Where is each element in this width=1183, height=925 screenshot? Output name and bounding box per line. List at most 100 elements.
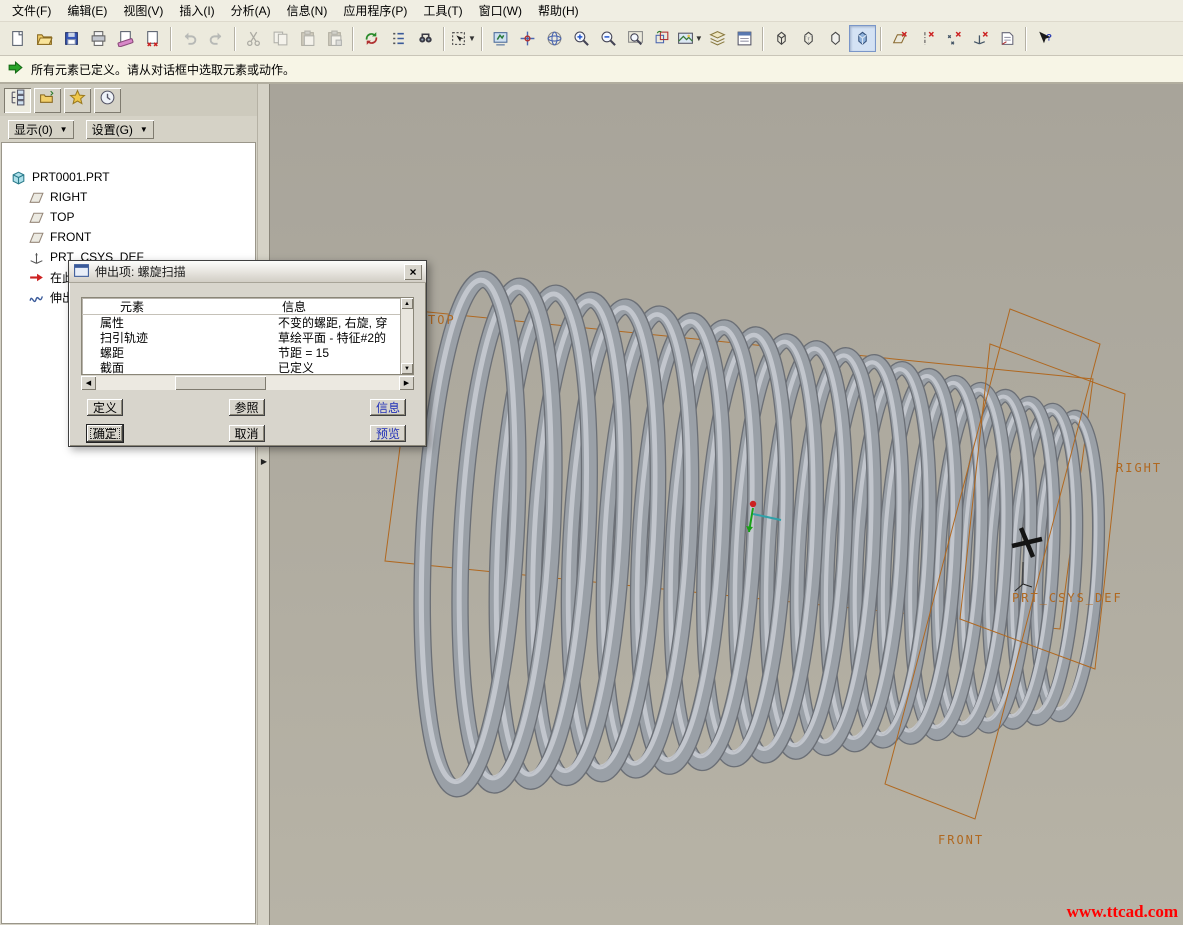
cut-button[interactable]: [240, 25, 267, 52]
element-row[interactable]: 扫引轨迹草绘平面 - 特征#2的: [82, 330, 413, 345]
undo-button[interactable]: [176, 25, 203, 52]
table-vertical-scrollbar[interactable]: ▲ ▼: [400, 298, 413, 374]
navigator-panel: 显示(0) ▼ 设置(G) ▼ PRT0001.PRT RIGHTTOP FRONT…: [0, 84, 257, 925]
info-button[interactable]: 信息: [370, 399, 406, 416]
model-tree-tab[interactable]: [4, 88, 31, 113]
zoom-out-button[interactable]: [595, 25, 622, 52]
new-file-button[interactable]: [4, 25, 31, 52]
panel-splitter[interactable]: ◀ ▶: [257, 84, 270, 925]
datum-plane-display-button[interactable]: [886, 25, 913, 52]
menu-item-3[interactable]: 视图(V): [115, 0, 171, 22]
paste-special-icon: [326, 30, 343, 47]
spin-center-button[interactable]: [514, 25, 541, 52]
print-button[interactable]: [85, 25, 112, 52]
hidden-line-display-button[interactable]: [795, 25, 822, 52]
favorites-tab[interactable]: [64, 88, 91, 113]
csys-display-button[interactable]: [967, 25, 994, 52]
erase-not-displayed-button[interactable]: [112, 25, 139, 52]
top-plane-label[interactable]: TOP: [428, 313, 456, 327]
history-icon: [99, 89, 116, 111]
hscroll-thumb[interactable]: [175, 376, 266, 390]
datum-point-display-button[interactable]: [940, 25, 967, 52]
scroll-up-icon[interactable]: ▲: [401, 298, 413, 309]
table-horizontal-scrollbar[interactable]: ◀ ▶: [81, 376, 414, 390]
tree-item-label: PRT0001.PRT: [32, 170, 110, 184]
redo-button[interactable]: [203, 25, 230, 52]
menu-item-6[interactable]: 信息(N): [279, 0, 336, 22]
define-button[interactable]: 定义: [87, 399, 123, 416]
dialog-titlebar[interactable]: 伸出项: 螺旋扫描 ×: [69, 261, 426, 283]
tree-item-prt0001-prt[interactable]: PRT0001.PRT: [2, 167, 255, 187]
viewport-canvas[interactable]: TOP RIGHT FRONT PRT_CSYS_DEF: [270, 84, 1181, 925]
settings-menu-button[interactable]: 设置(G) ▼: [86, 120, 154, 139]
saved-views-button[interactable]: ▼: [676, 25, 704, 52]
tree-item-label: FRONT: [50, 230, 91, 244]
orient-mode-button[interactable]: [541, 25, 568, 52]
copy-icon: [272, 30, 289, 47]
scroll-right-icon[interactable]: ▶: [399, 376, 414, 390]
tree-toolbar: 显示(0) ▼ 设置(G) ▼: [0, 116, 257, 142]
element-row[interactable]: 螺距节距 = 15: [82, 345, 413, 360]
front-plane-label[interactable]: FRONT: [938, 833, 984, 847]
right-plane-label[interactable]: RIGHT: [1116, 461, 1162, 475]
new-document-icon: [9, 30, 26, 47]
graphics-area[interactable]: TOPRIGHTFRONTPRT_CSYS_DEF www.ttcad.com: [270, 84, 1183, 925]
annotation-display-button[interactable]: [994, 25, 1021, 52]
refit-button[interactable]: [622, 25, 649, 52]
menu-item-8[interactable]: 工具(T): [415, 0, 470, 22]
shaded-display-button[interactable]: [849, 25, 876, 52]
hscroll-track[interactable]: [96, 376, 399, 390]
feature-list-button[interactable]: [385, 25, 412, 52]
menu-item-10[interactable]: 帮助(H): [530, 0, 587, 22]
ok-button[interactable]: 确定: [87, 425, 123, 442]
zoom-in-button[interactable]: [568, 25, 595, 52]
tree-item-right[interactable]: RIGHT: [2, 187, 255, 207]
preview-button[interactable]: 预览: [370, 425, 406, 442]
view-manager-button[interactable]: [731, 25, 758, 52]
paste-button[interactable]: [294, 25, 321, 52]
regenerate-button[interactable]: [358, 25, 385, 52]
scroll-down-icon[interactable]: ▼: [401, 363, 413, 374]
tree-item-front[interactable]: FRONT: [2, 227, 255, 247]
save-file-button[interactable]: [58, 25, 85, 52]
history-tab[interactable]: [94, 88, 121, 113]
element-row[interactable]: 截面已定义: [82, 360, 413, 375]
references-button[interactable]: 参照: [229, 399, 265, 416]
csys-label[interactable]: PRT_CSYS_DEF: [1012, 591, 1123, 605]
layers-icon: [709, 30, 726, 47]
vscroll-track[interactable]: [401, 309, 413, 363]
expand-panel-icon[interactable]: ▶: [259, 452, 269, 470]
menu-item-9[interactable]: 窗口(W): [471, 0, 530, 22]
select-filter-icon: [450, 30, 467, 47]
menu-item-7[interactable]: 应用程序(P): [335, 0, 415, 22]
hidden-line-icon: [800, 30, 817, 47]
scroll-left-icon[interactable]: ◀: [81, 376, 96, 390]
cancel-button[interactable]: 取消: [229, 425, 265, 442]
tree-item-top[interactable]: TOP: [2, 207, 255, 227]
layers-button[interactable]: [704, 25, 731, 52]
close-icon[interactable]: ×: [404, 264, 422, 280]
saved-views-icon: [677, 30, 694, 47]
menu-item-2[interactable]: 编辑(E): [59, 0, 115, 22]
folder-browser-tab[interactable]: [34, 88, 61, 113]
copy-button[interactable]: [267, 25, 294, 52]
reorient-button[interactable]: [649, 25, 676, 52]
delete-old-versions-button[interactable]: [139, 25, 166, 52]
menu-item-5[interactable]: 分析(A): [223, 0, 279, 22]
element-table-body: 属性不变的螺距, 右旋, 穿扫引轨迹草绘平面 - 特征#2的螺距节距 = 15截…: [82, 315, 413, 375]
context-help-button[interactable]: ?: [1031, 25, 1058, 52]
select-filter-button[interactable]: ▼: [449, 25, 477, 52]
menu-item-4[interactable]: 插入(I): [171, 0, 222, 22]
csys-toggle-icon: [972, 30, 989, 47]
open-file-button[interactable]: [31, 25, 58, 52]
wireframe-display-button[interactable]: [768, 25, 795, 52]
element-row[interactable]: 属性不变的螺距, 右旋, 穿: [82, 315, 413, 330]
helical-spring-model[interactable]: [410, 277, 1105, 791]
show-menu-button[interactable]: 显示(0) ▼: [8, 120, 74, 139]
paste-special-button[interactable]: [321, 25, 348, 52]
menu-item-1[interactable]: 文件(F): [4, 0, 59, 22]
find-button[interactable]: [412, 25, 439, 52]
datum-axis-display-button[interactable]: [913, 25, 940, 52]
redraw-button[interactable]: [487, 25, 514, 52]
no-hidden-display-button[interactable]: [822, 25, 849, 52]
